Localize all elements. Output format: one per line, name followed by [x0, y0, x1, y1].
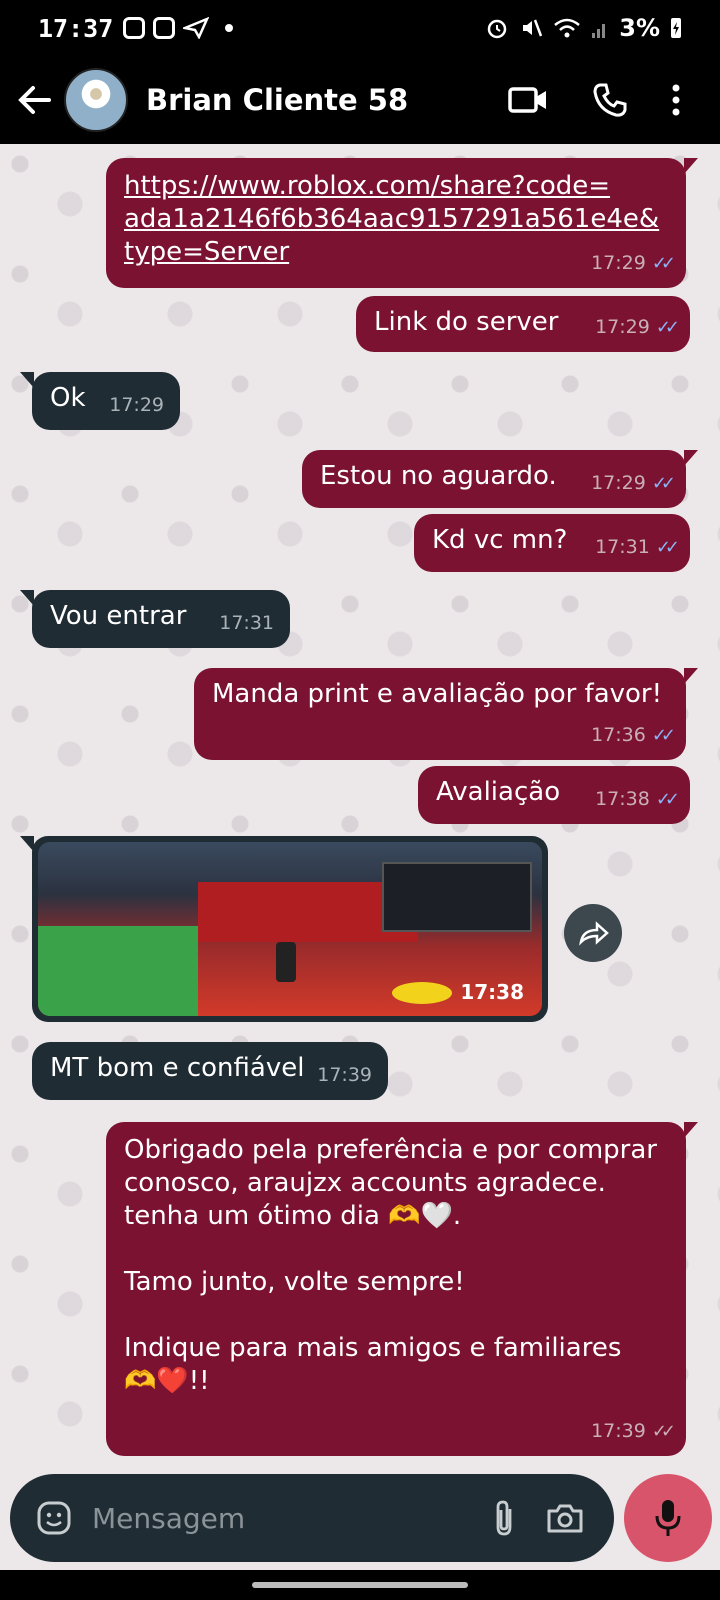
emoji-icon [37, 1501, 71, 1535]
send-notification-icon [183, 17, 210, 39]
status-bar: 17:37 3% [0, 0, 720, 56]
alarm-icon [488, 19, 507, 39]
message-line: 🫶❤️!! [124, 1366, 210, 1396]
message-time: 17:31 [595, 536, 650, 558]
instagram-icon-2 [153, 17, 176, 39]
screenshot-image[interactable]: 17:38 [38, 842, 542, 1016]
attach-button[interactable] [492, 1499, 516, 1537]
message-time: 17:31 [219, 612, 274, 634]
message-line: Tamo junto, volte sempre! [124, 1267, 465, 1297]
message-bubble[interactable]: MT bom e confiável 17:39 [32, 1042, 388, 1100]
message-input[interactable] [92, 1501, 492, 1535]
microphone-icon [655, 1500, 681, 1536]
camera-icon [547, 1504, 583, 1533]
message-bubble[interactable]: https://www.roblox.com/share?code= ada1a… [106, 158, 698, 288]
message-composer [10, 1474, 614, 1562]
image-message[interactable]: 17:38 [20, 836, 548, 1022]
battery-charging-icon [671, 18, 681, 38]
message-time: 17:29 [595, 316, 650, 338]
paperclip-icon [496, 1500, 512, 1536]
contact-avatar[interactable] [64, 68, 128, 132]
read-ticks-icon: ✓✓ [651, 473, 676, 494]
message-text: Ok [50, 383, 86, 413]
message-line: tenha um ótimo dia 🫶🤍. [124, 1201, 462, 1231]
read-ticks-icon: ✓✓ [655, 317, 680, 338]
message-time: 17:39 [591, 1420, 646, 1442]
message-line: Obrigado pela preferência e por comprar [124, 1135, 657, 1165]
read-ticks-icon: ✓✓ [655, 537, 680, 558]
arrow-left-icon [18, 86, 51, 114]
message-bubble[interactable]: Link do server 17:29 ✓✓ [356, 296, 690, 352]
message-time: 17:36 [591, 724, 646, 746]
message-time: 17:38 [595, 788, 650, 810]
instagram-icon [123, 17, 146, 39]
message-text: Avaliação [436, 777, 561, 807]
message-line: Indique para mais amigos e familiares [124, 1333, 622, 1363]
video-call-button[interactable] [508, 85, 548, 115]
notification-dot [225, 24, 234, 32]
phone-icon [593, 83, 627, 117]
forward-icon [579, 921, 609, 946]
more-options-button[interactable] [672, 84, 680, 116]
message-bubble[interactable]: Ok 17:29 [20, 372, 180, 430]
message-line [124, 1299, 668, 1332]
message-bubble[interactable]: Obrigado pela preferência e por comprar … [106, 1122, 698, 1456]
message-time: 17:29 [591, 472, 646, 494]
message-text: Estou no aguardo. [320, 461, 557, 491]
signal-icon [592, 24, 606, 38]
voice-message-button[interactable] [624, 1474, 712, 1562]
message-bubble[interactable]: Manda print e avaliação por favor! 17:36… [194, 668, 698, 760]
message-text: Vou entrar [50, 601, 187, 631]
battery-level: 3% [619, 14, 660, 42]
message-time: 17:29 [109, 394, 164, 416]
back-button[interactable] [14, 80, 54, 120]
home-gesture-handle[interactable] [252, 1582, 468, 1588]
kebab-menu-icon [672, 84, 680, 116]
message-line [124, 1233, 668, 1266]
chat-header: Brian Cliente 58 [0, 56, 720, 144]
read-ticks-icon: ✓✓ [651, 253, 676, 274]
message-line: conosco, araujzx accounts agradece. [124, 1168, 606, 1198]
message-time: 17:38 [460, 980, 524, 1004]
message-time: 17:29 [591, 252, 646, 274]
forward-button[interactable] [564, 904, 622, 962]
system-nav-bar [0, 1570, 720, 1600]
wifi-icon [554, 18, 581, 38]
mute-icon [523, 19, 543, 37]
message-link-line-3[interactable]: type=Server [124, 236, 668, 269]
emoji-button[interactable] [36, 1500, 72, 1536]
message-text: MT bom e confiável [50, 1053, 305, 1083]
read-ticks-icon: ✓✓ [651, 725, 676, 746]
status-time: 17:37 [38, 13, 114, 43]
message-text: Kd vc mn? [432, 525, 568, 555]
message-bubble[interactable]: Vou entrar 17:31 [20, 590, 290, 648]
read-ticks-icon: ✓✓ [655, 789, 680, 810]
message-text: Link do server [374, 307, 559, 337]
chat-area[interactable]: https://www.roblox.com/share?code= ada1a… [0, 144, 720, 1466]
contact-name[interactable]: Brian Cliente 58 [146, 83, 408, 117]
camera-button[interactable] [546, 1502, 584, 1534]
message-link[interactable]: https://www.roblox.com/share?code= [124, 170, 668, 203]
message-link-line-2[interactable]: ada1a2146f6b364aac9157291a561e4e& [124, 203, 668, 236]
message-time: 17:39 [317, 1064, 372, 1086]
message-text: Manda print e avaliação por favor! [212, 679, 663, 709]
message-bubble[interactable]: Estou no aguardo. 17:29 ✓✓ [302, 450, 698, 508]
message-bubble[interactable]: Kd vc mn? 17:31 ✓✓ [414, 514, 690, 572]
video-camera-icon [508, 87, 546, 113]
voice-call-button[interactable] [592, 82, 628, 118]
message-bubble[interactable]: Avaliação 17:38 ✓✓ [418, 766, 690, 824]
delivered-ticks-icon: ✓✓ [651, 1421, 676, 1442]
